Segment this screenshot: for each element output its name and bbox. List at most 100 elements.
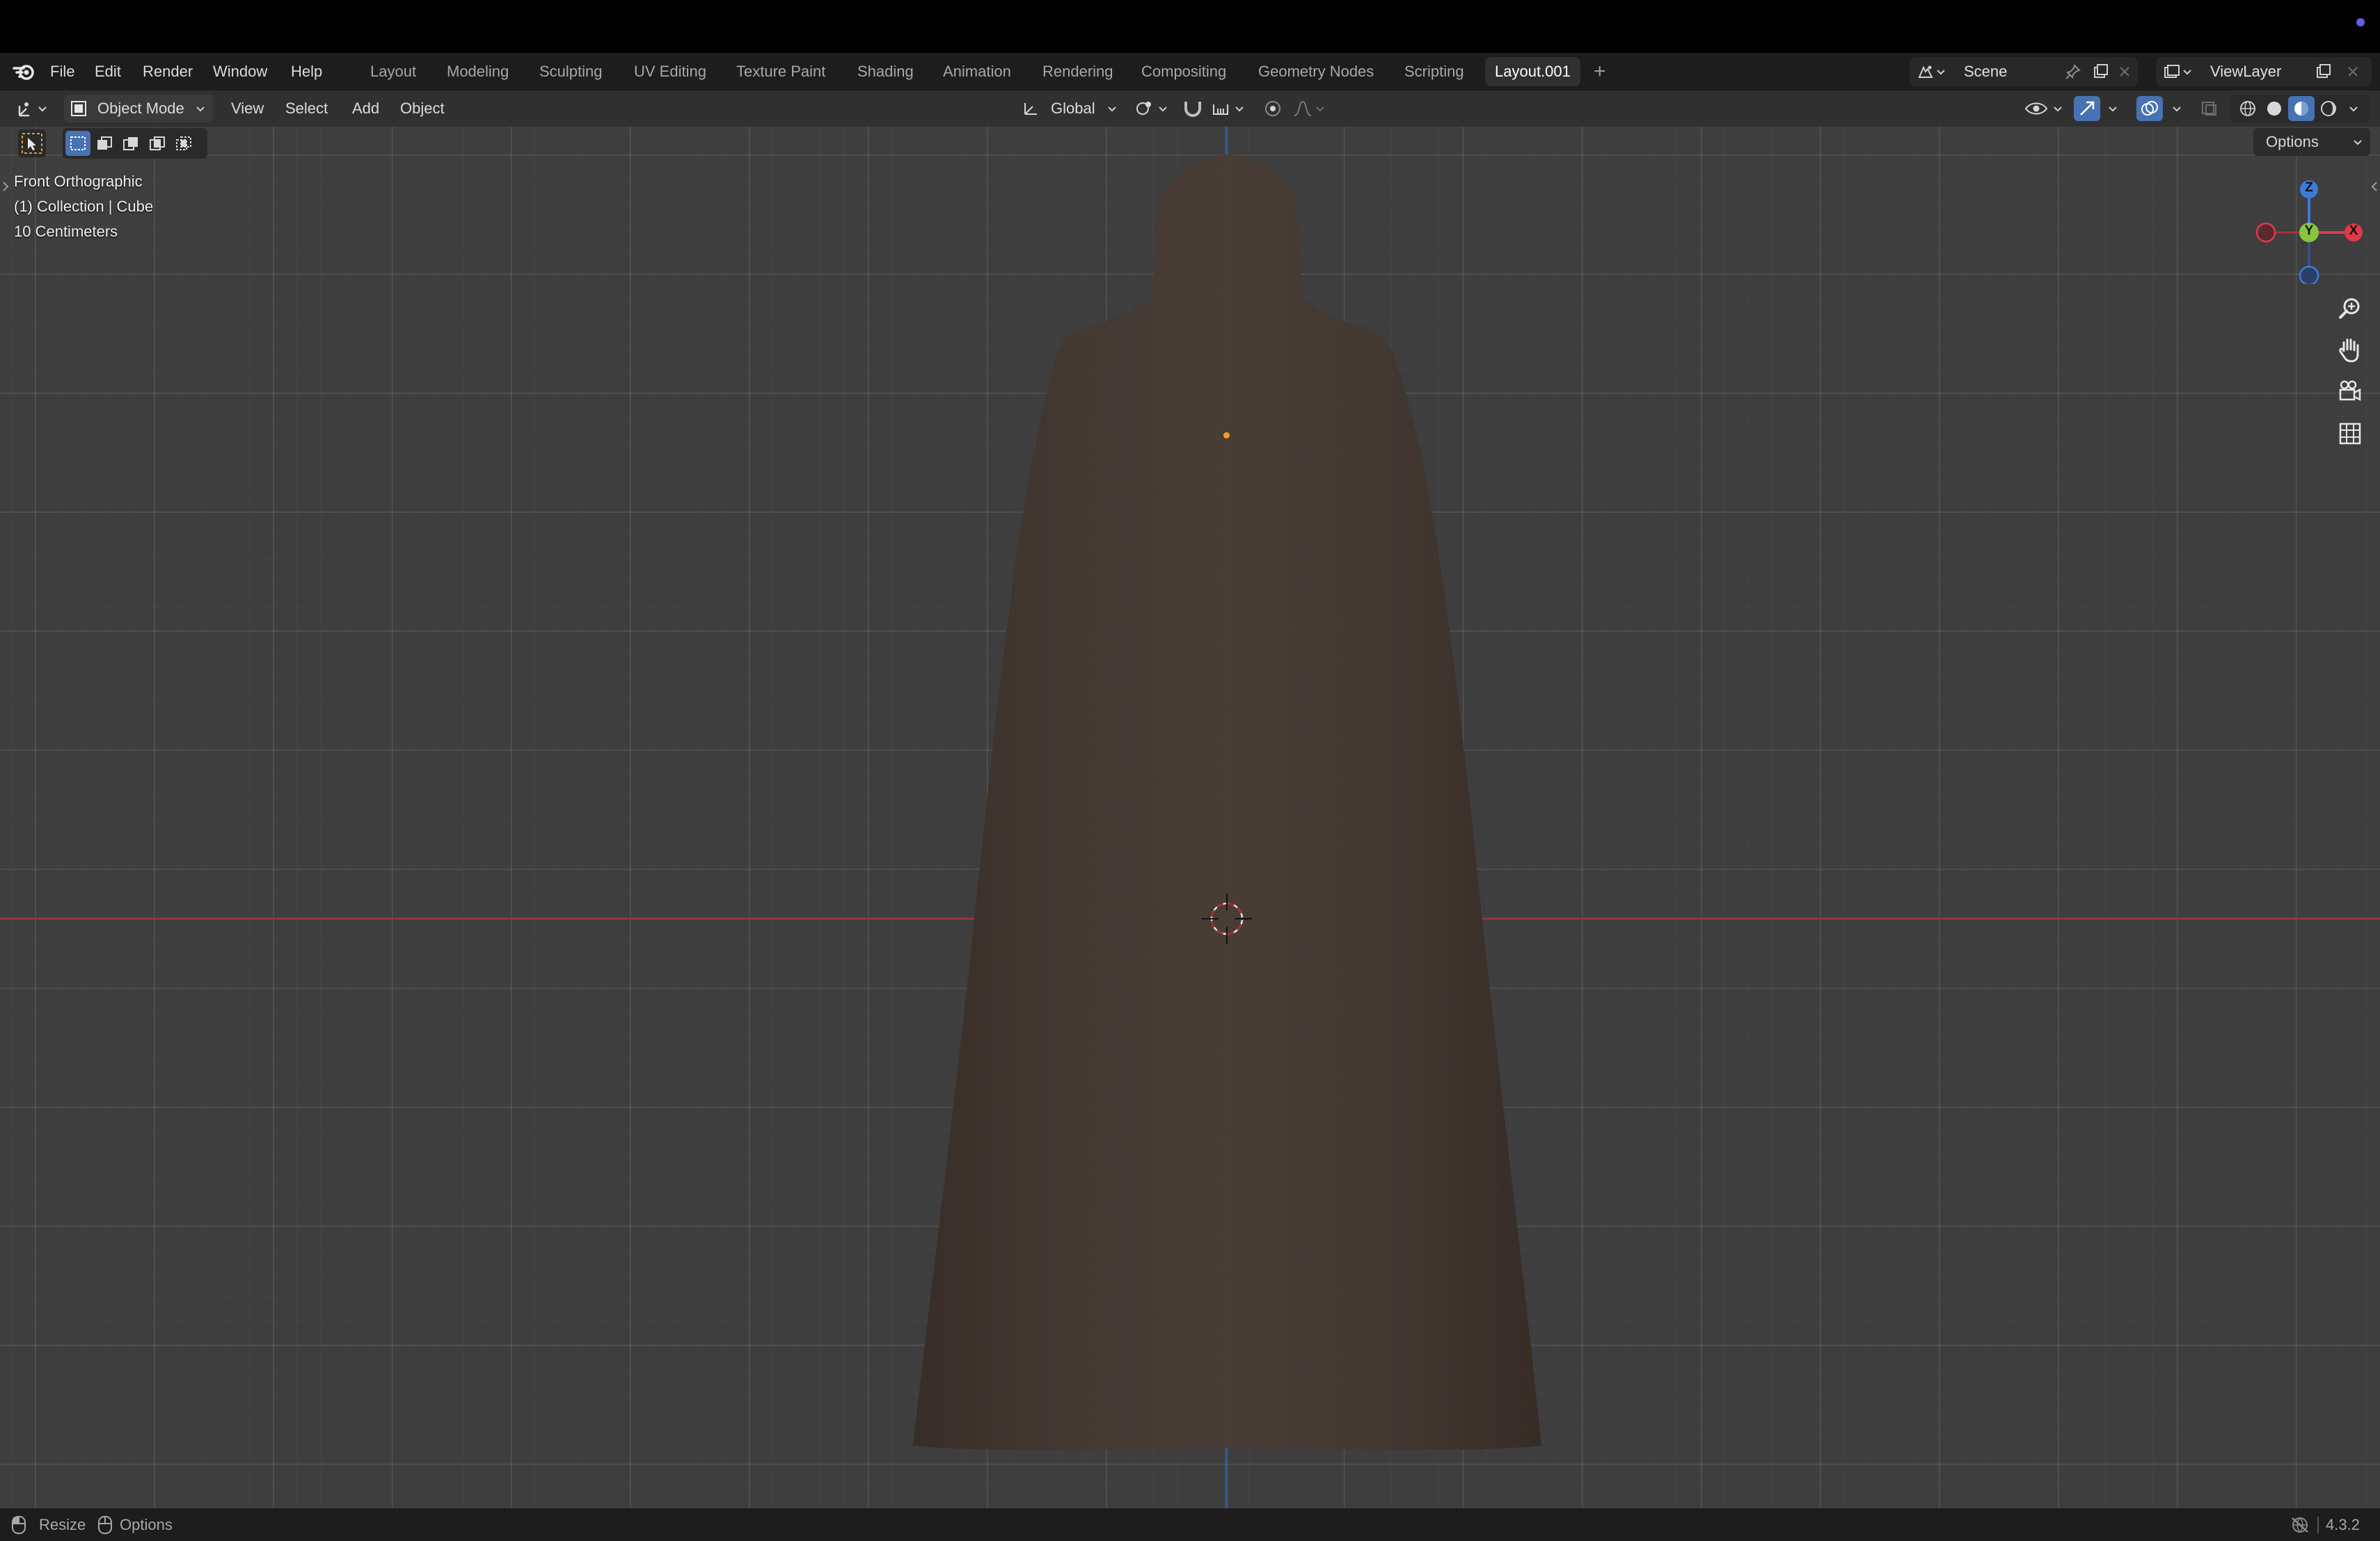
material-preview-icon[interactable] <box>2292 100 2311 118</box>
hand-pan-icon <box>2339 338 2359 363</box>
pin-icon[interactable] <box>2064 63 2082 80</box>
select-new-icon[interactable] <box>69 135 87 152</box>
orientation-axes-icon <box>1024 103 1037 115</box>
status-divider <box>2317 1517 2319 1533</box>
object-mode-icon <box>71 101 86 116</box>
status-bar: Resize Options 4.3.2 <box>0 1508 2380 1541</box>
chevron-down-icon <box>1108 106 1116 112</box>
new-scene-icon[interactable] <box>2092 63 2110 80</box>
viewport-header: Object Mode View Select Add Object Globa… <box>0 90 2380 127</box>
toolbar-expand-arrow-icon[interactable] <box>1 180 10 193</box>
pan-button[interactable] <box>2333 333 2367 368</box>
cloak-mesh[interactable] <box>0 127 2380 1508</box>
chevron-down-icon <box>1937 70 1945 75</box>
view-name: Front Orthographic <box>14 173 143 190</box>
tab-animation[interactable]: Animation <box>933 57 1021 86</box>
solid-shading-icon[interactable] <box>2264 100 2284 118</box>
shading-mode-group <box>2231 95 2369 123</box>
viewlayer-name[interactable]: ViewLayer <box>2210 57 2281 86</box>
ortho-toggle-button[interactable] <box>2333 416 2367 451</box>
scene-selector[interactable]: Scene <box>1910 57 2138 86</box>
menu-file[interactable]: File <box>50 53 74 90</box>
mouse-left-icon <box>12 1516 26 1534</box>
chevron-down-icon <box>2173 106 2181 112</box>
select-tool-button[interactable] <box>18 129 46 157</box>
select-box-cursor-icon <box>22 133 42 154</box>
sidebar-expand-arrow-icon[interactable] <box>2370 180 2379 193</box>
grid-ortho-icon <box>2339 422 2361 445</box>
overlays-circles-icon <box>2141 101 2158 116</box>
camera-icon <box>2339 380 2361 402</box>
blender-logo-icon[interactable] <box>13 63 36 81</box>
proportional-editing-icon[interactable] <box>1262 99 1283 118</box>
3d-cursor-icon[interactable] <box>1199 891 1255 947</box>
select-extend-icon[interactable] <box>95 135 113 152</box>
menu-select[interactable]: Select <box>285 90 328 127</box>
select-subtract-icon[interactable] <box>122 135 140 152</box>
select-intersect-icon[interactable] <box>175 135 193 152</box>
tab-rendering[interactable]: Rendering <box>1033 57 1123 86</box>
menu-object[interactable]: Object <box>400 90 445 127</box>
tab-compositing[interactable]: Compositing <box>1132 57 1236 86</box>
options-dropdown[interactable]: Options <box>2253 128 2370 156</box>
menu-add[interactable]: Add <box>352 90 379 127</box>
xray-toggle-icon[interactable] <box>2199 99 2220 118</box>
camera-view-button[interactable] <box>2333 374 2367 409</box>
snap-magnet-icon[interactable] <box>1182 97 1205 120</box>
snap-increment-icon[interactable] <box>1211 99 1250 118</box>
new-viewlayer-icon[interactable] <box>2315 63 2333 80</box>
mode-label: Object Mode <box>97 100 184 117</box>
select-invert-icon[interactable] <box>148 135 166 152</box>
tab-geometry-nodes[interactable]: Geometry Nodes <box>1248 57 1383 86</box>
menu-view[interactable]: View <box>231 90 264 127</box>
network-off-icon <box>2292 1517 2308 1533</box>
object-origin-dot <box>1223 432 1230 438</box>
menu-help[interactable]: Help <box>291 53 322 90</box>
zoom-button[interactable] <box>2333 291 2367 326</box>
axes-editor-icon <box>18 102 47 117</box>
zoom-magnifier-icon <box>2339 298 2360 319</box>
menu-render[interactable]: Render <box>143 53 193 90</box>
viewlayer-selector[interactable]: ViewLayer <box>2156 57 2372 86</box>
tab-uv-editing[interactable]: UV Editing <box>624 57 716 86</box>
pivot-point-icon[interactable] <box>1134 99 1173 118</box>
tab-texture-paint[interactable]: Texture Paint <box>727 57 835 86</box>
3d-viewport[interactable]: Front Orthographic (1) Collection | Cube… <box>0 127 2380 1508</box>
tab-scripting[interactable]: Scripting <box>1395 57 1474 86</box>
chevron-down-icon[interactable] <box>2348 100 2359 117</box>
gizmo-x-label: X <box>2349 223 2358 238</box>
chevron-down-icon <box>2354 140 2362 145</box>
close-icon[interactable] <box>2116 63 2134 80</box>
collection-info: (1) Collection | Cube <box>14 198 154 215</box>
add-workspace-button[interactable]: + <box>1594 57 1606 86</box>
chevron-down-icon <box>2109 106 2117 112</box>
rendered-shading-icon[interactable] <box>2319 100 2338 118</box>
status-dot-icon <box>2356 18 2365 26</box>
menu-window[interactable]: Window <box>213 53 267 90</box>
menu-edit[interactable]: Edit <box>95 53 121 90</box>
scene-icon <box>1918 65 1933 78</box>
options-label: Options <box>2266 133 2319 150</box>
grid-scale-info: 10 Centimeters <box>14 223 118 240</box>
image-stack-icon <box>2164 65 2180 78</box>
version-label: 4.3.2 <box>2326 1516 2360 1533</box>
editor-type-dropdown[interactable] <box>10 95 56 123</box>
wireframe-shading-icon[interactable] <box>2238 100 2258 118</box>
falloff-curve-icon[interactable] <box>1292 99 1331 118</box>
overlays-toggle[interactable] <box>2135 95 2189 123</box>
visibility-eye-icon[interactable] <box>2024 99 2064 118</box>
transform-orientation-dropdown[interactable]: Global <box>1017 95 1126 123</box>
orientation-label: Global <box>1051 100 1095 117</box>
tab-shading[interactable]: Shading <box>848 57 923 86</box>
close-icon[interactable] <box>2344 63 2362 80</box>
scene-name[interactable]: Scene <box>1964 57 2007 86</box>
gizmo-toggle[interactable] <box>2072 95 2125 123</box>
tab-layout-001[interactable]: Layout.001 <box>1485 57 1580 86</box>
mouse-right-icon <box>98 1516 112 1534</box>
tab-layout[interactable]: Layout <box>360 57 426 86</box>
tab-modeling[interactable]: Modeling <box>437 57 518 86</box>
tab-sculpting[interactable]: Sculpting <box>530 57 612 86</box>
mode-dropdown[interactable]: Object Mode <box>64 95 213 123</box>
status-resize: Resize <box>39 1516 86 1533</box>
selection-mode-group <box>63 128 207 159</box>
